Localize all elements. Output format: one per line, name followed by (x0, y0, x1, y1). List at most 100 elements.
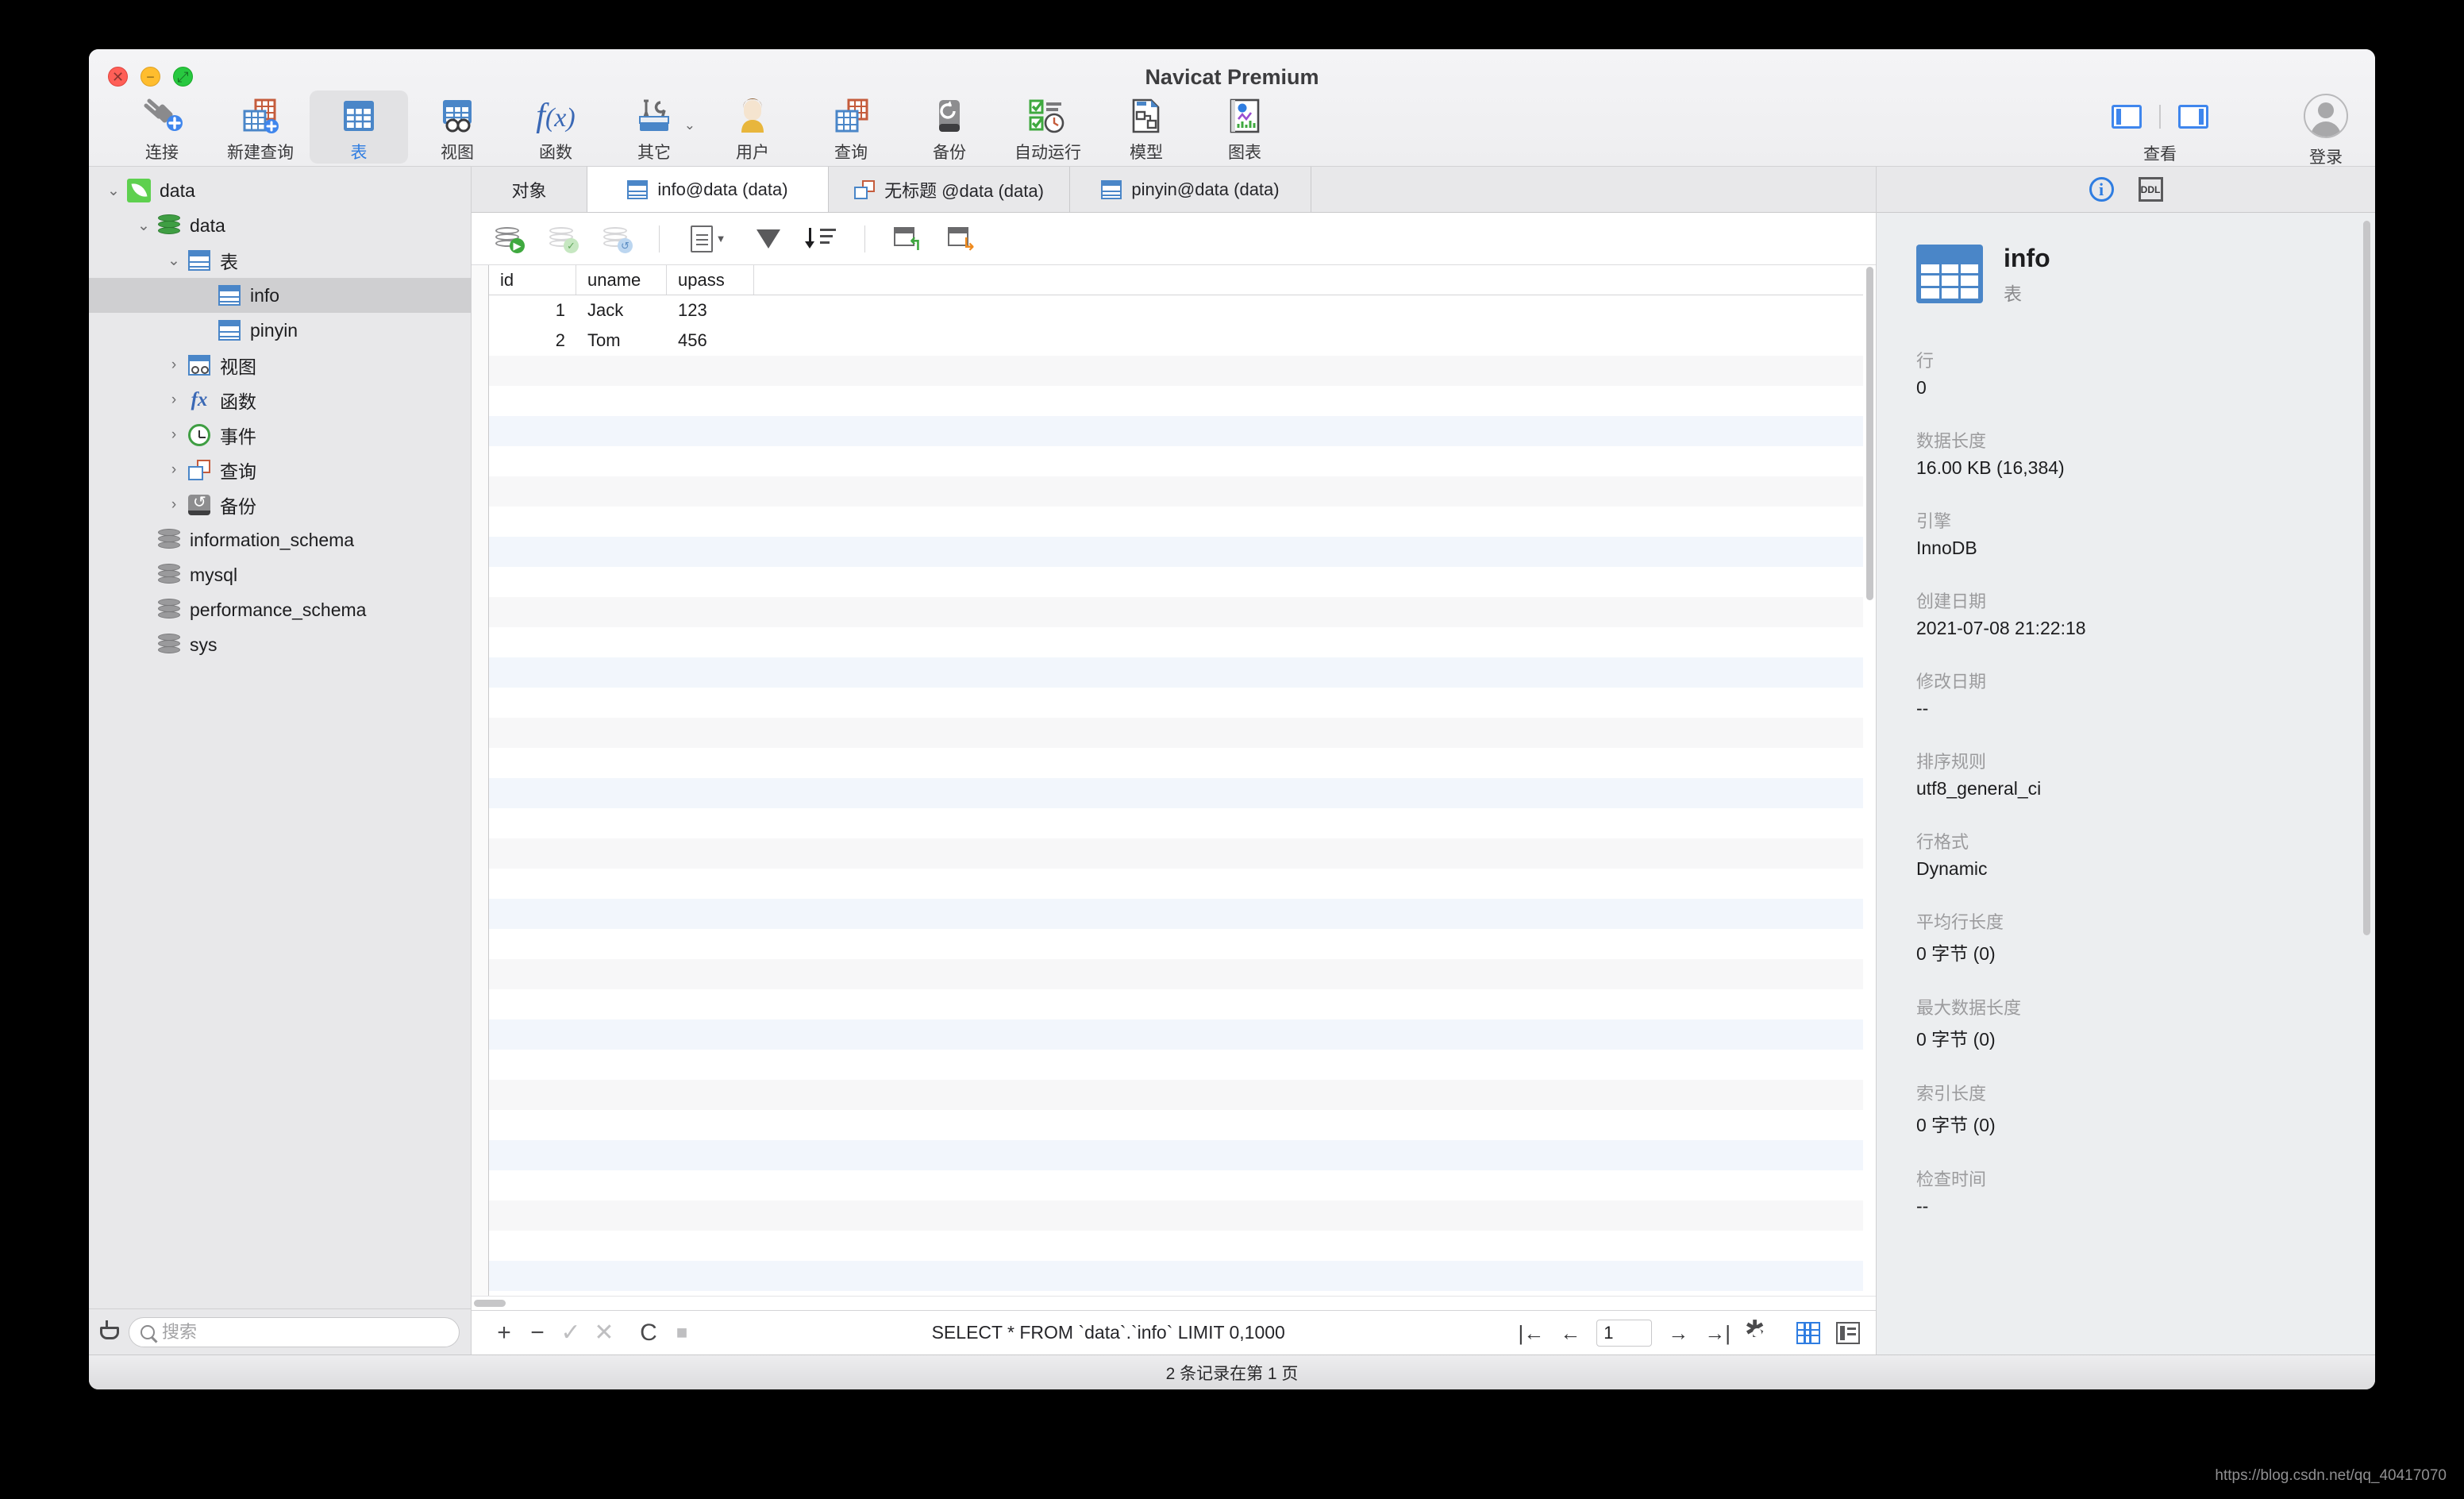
text-mode-icon[interactable]: ▼ (685, 223, 731, 255)
show-right-pane-icon[interactable] (2178, 105, 2208, 129)
tree-item-performance-schema[interactable]: › performance_schema (89, 592, 471, 627)
toolbar-backup[interactable]: 备份 (900, 91, 999, 164)
chevron-down-icon[interactable]: ⌄ (684, 118, 695, 133)
rollback-icon[interactable]: ↺ (600, 223, 633, 255)
tree-item-queries-folder[interactable]: › 查询 (89, 453, 471, 487)
next-page-button[interactable]: → (1668, 1323, 1688, 1343)
column-header-uname[interactable]: uname (576, 265, 667, 295)
tree-item-functions-folder[interactable]: › fx 函数 (89, 383, 471, 418)
table-row[interactable]: 1 Jack 123 (489, 295, 1876, 326)
connection-status-icon[interactable] (95, 1319, 122, 1346)
tree-item-views-folder[interactable]: › 视图 (89, 348, 471, 383)
tree-item-table-pinyin[interactable]: ⌄ pinyin (89, 313, 471, 348)
chevron-right-icon[interactable]: › (162, 426, 186, 444)
field-value: InnoDB (1916, 538, 1977, 559)
toolbar-chart[interactable]: 图表 (1195, 91, 1294, 164)
tree-item-table-info[interactable]: ⌄ info (89, 278, 471, 313)
table-icon (341, 95, 377, 137)
toolbar-table[interactable]: 表 (310, 91, 408, 164)
tree-item-information-schema[interactable]: › information_schema (89, 522, 471, 557)
cell-upass[interactable]: 456 (667, 326, 754, 356)
chevron-down-icon[interactable]: ⌄ (132, 217, 156, 235)
info-icon[interactable]: i (2088, 176, 2115, 203)
tab-bar: 对象 info@data (data) 无标题 @data (data) pin… (472, 167, 1876, 213)
chevron-right-icon[interactable]: › (162, 356, 186, 374)
tab-objects[interactable]: 对象 (472, 167, 587, 212)
chevron-down-icon[interactable]: ▼ (716, 233, 726, 245)
chevron-down-icon[interactable]: ⌄ (102, 182, 125, 200)
toolbar-connection[interactable]: 连接 (113, 91, 211, 164)
commit-icon[interactable]: ✓ (546, 223, 579, 255)
refresh-button[interactable]: C (632, 1317, 665, 1349)
tree-item-connection-data[interactable]: ⌄ data (89, 173, 471, 208)
chevron-right-icon[interactable]: › (162, 496, 186, 514)
search-input[interactable] (162, 1321, 448, 1343)
ddl-icon[interactable]: DDL (2137, 176, 2164, 203)
form-view-toggle[interactable] (1836, 1321, 1860, 1344)
avatar[interactable] (2304, 94, 2348, 138)
tree-item-tables-folder[interactable]: ⌄ 表 (89, 243, 471, 278)
grid-main[interactable]: id uname upass 1 Jack 123 2 Tom 456 (489, 265, 1876, 1296)
import-wizard-icon[interactable]: ↰ (891, 223, 924, 255)
prev-page-button[interactable]: ← (1560, 1323, 1580, 1343)
toolbar-view[interactable]: 视图 (408, 91, 506, 164)
add-record-button[interactable]: + (487, 1317, 521, 1349)
stop-button[interactable]: ■ (665, 1317, 699, 1349)
tree-item-database-data[interactable]: ⌄ data (89, 208, 471, 243)
toolbar-new-query-label: 新建查询 (227, 144, 294, 162)
cell-id[interactable]: 2 (489, 326, 576, 356)
info-panel-scrollbar[interactable] (2363, 221, 2370, 935)
cancel-changes-button[interactable]: ✕ (587, 1317, 621, 1349)
begin-transaction-icon[interactable]: ▶ (492, 223, 526, 255)
tree-item-sys[interactable]: › sys (89, 627, 471, 662)
tab-info-data[interactable]: info@data (data) (587, 167, 829, 212)
table-row[interactable]: 2 Tom 456 (489, 326, 1876, 356)
cell-uname[interactable]: Tom (576, 326, 667, 356)
grid-horizontal-scrollbar[interactable] (472, 1296, 1876, 1310)
page-number-input[interactable] (1596, 1319, 1653, 1347)
login-group[interactable]: 登录 (2304, 91, 2348, 168)
scrollbar-thumb[interactable] (474, 1300, 506, 1307)
tab-pinyin-data[interactable]: pinyin@data (data) (1070, 167, 1311, 212)
search-box[interactable] (129, 1316, 460, 1347)
tree-item-events-folder[interactable]: › 事件 (89, 418, 471, 453)
delete-record-button[interactable]: − (521, 1317, 554, 1349)
data-grid[interactable]: id uname upass 1 Jack 123 2 Tom 456 (472, 265, 1876, 1296)
navicat-leaf-icon (125, 179, 152, 202)
grid-vertical-scrollbar[interactable] (1863, 265, 1876, 1296)
show-left-pane-icon[interactable] (2112, 105, 2142, 129)
cell-upass[interactable]: 123 (667, 295, 754, 326)
column-header-upass[interactable]: upass (667, 265, 754, 295)
chevron-right-icon[interactable]: › (162, 391, 186, 409)
cell-id[interactable]: 1 (489, 295, 576, 326)
cell-uname[interactable]: Jack (576, 295, 667, 326)
gear-icon[interactable] (1745, 1316, 1768, 1343)
toolbar-automation[interactable]: 自动运行 (999, 91, 1097, 164)
tab-untitled-query[interactable]: 无标题 @data (data) (829, 167, 1070, 212)
tree-item-backups-folder[interactable]: › 备份 (89, 487, 471, 522)
events-folder-icon (186, 423, 213, 447)
export-wizard-icon[interactable]: ↳ (945, 223, 978, 255)
table-icon (216, 283, 243, 307)
last-page-button[interactable]: →| (1704, 1323, 1731, 1343)
column-header-id[interactable]: id (489, 265, 576, 295)
toolbar-model[interactable]: 模型 (1097, 91, 1195, 164)
chevron-down-icon[interactable]: ⌄ (162, 252, 186, 270)
scrollbar-thumb[interactable] (1866, 267, 1873, 600)
sort-icon[interactable] (805, 223, 839, 255)
toolbar-query[interactable]: 查询 (802, 91, 900, 164)
tree-item-label: 视图 (220, 356, 256, 377)
tree-item-mysql[interactable]: › mysql (89, 557, 471, 592)
tree-item-label: information_schema (190, 529, 355, 550)
object-tree[interactable]: ⌄ data ⌄ data ⌄ 表 ⌄ info (89, 167, 471, 1308)
toolbar-new-query[interactable]: 新建查询 (211, 91, 310, 164)
apply-changes-button[interactable]: ✓ (554, 1317, 587, 1349)
chevron-right-icon[interactable]: › (162, 461, 186, 479)
toolbar-function[interactable]: f(x) 函数 (506, 91, 605, 164)
toolbar-user[interactable]: 用户 (703, 91, 802, 164)
toolbar-query-label: 查询 (834, 144, 868, 162)
grid-view-toggle[interactable] (1796, 1321, 1820, 1344)
toolbar-other[interactable]: 其它 ⌄ (605, 91, 703, 164)
first-page-button[interactable]: |← (1518, 1323, 1544, 1343)
filter-icon[interactable] (752, 223, 785, 255)
